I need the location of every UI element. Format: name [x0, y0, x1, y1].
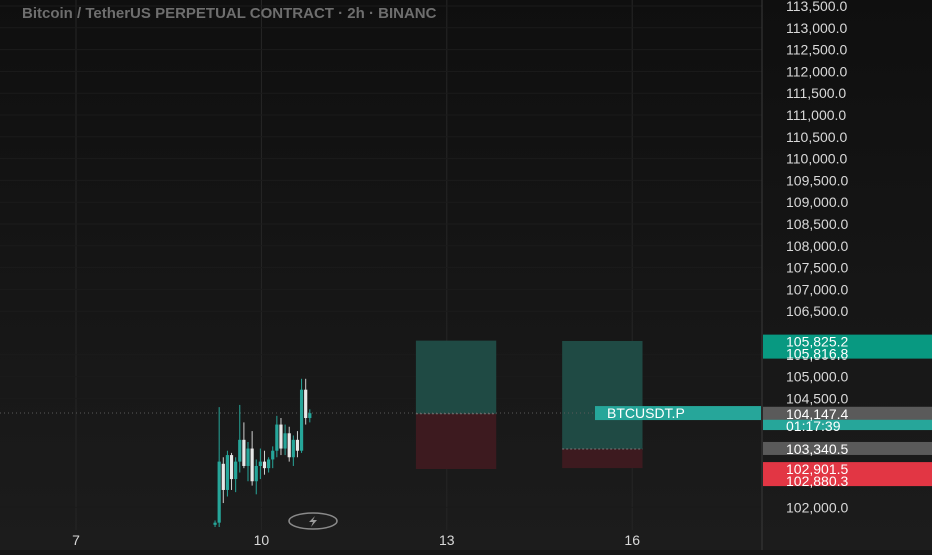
price-tick-label: 113,000.0: [786, 20, 847, 36]
target-price-labels: 105,825.2105,816.8: [763, 334, 932, 362]
loss-zone: [562, 448, 643, 469]
price-tick-label: 109,000.0: [786, 194, 848, 210]
price-tick-label: 104,500.0: [786, 390, 848, 406]
candle-body: [234, 461, 238, 480]
price-tick-label: 111,000.0: [786, 107, 846, 123]
time-tick-label: 7: [72, 532, 80, 548]
entry-price-label: 104,147.4: [763, 406, 932, 422]
price-label-text: 103,340.5: [786, 441, 848, 457]
candle-body: [250, 448, 254, 482]
candle-body: [295, 439, 300, 451]
candle-body: [221, 463, 225, 490]
candle-body: [213, 522, 217, 525]
candle-body: [246, 448, 250, 466]
candle-body: [275, 424, 279, 451]
time-tick-label: 13: [439, 532, 455, 548]
price-tick-label: 109,500.0: [786, 172, 848, 188]
loss-zone: [415, 413, 497, 470]
price-tick-label: 112,500.0: [786, 42, 847, 58]
price-tick-label: 108,000.0: [786, 238, 848, 254]
candle[interactable]: [225, 450, 230, 497]
entry-price-label: 103,340.5: [763, 441, 932, 457]
price-label-text: 102,880.3: [786, 473, 848, 489]
candle-body: [238, 439, 242, 462]
chart-title: Bitcoin / TetherUS PERPETUAL CONTRACT · …: [22, 5, 437, 22]
price-tick-label: 102,000.0: [786, 499, 848, 515]
symbol-tag-text: BTCUSDT.P: [607, 405, 685, 421]
candle-body: [299, 389, 304, 451]
candle-body: [291, 439, 295, 458]
candle-body: [271, 450, 275, 460]
time-tick-label: 16: [624, 532, 640, 548]
lightning-icon[interactable]: [288, 512, 338, 530]
candle-body: [283, 433, 287, 449]
price-tick-label: 112,000.0: [786, 63, 847, 79]
profit-zone: [562, 340, 643, 449]
chart-container[interactable]: 113,500.0 113,000.0 112,500.0 112,000.0 111,…: [0, 0, 932, 550]
candle-body: [258, 461, 262, 466]
candle-body: [229, 455, 234, 480]
price-tick-label: 106,500.0: [786, 303, 848, 319]
candlestick-chart[interactable]: 113,500.0 113,000.0 112,500.0 112,000.0 111,…: [0, 0, 932, 550]
candle-body: [287, 433, 291, 458]
time-tick-label: 10: [254, 532, 270, 548]
candle-body: [267, 459, 271, 469]
price-label-text: 104,147.4: [786, 406, 848, 422]
candle-body: [217, 461, 221, 523]
candle-body: [254, 465, 258, 482]
price-tick-label: 107,000.0: [786, 281, 848, 297]
candle-body: [304, 389, 308, 419]
candle-body: [225, 455, 230, 490]
price-tick-label: 110,500.0: [786, 129, 847, 145]
candle-body: [262, 461, 267, 469]
profit-zone: [415, 340, 497, 414]
candle[interactable]: [299, 378, 304, 453]
price-tick-label: 105,000.0: [786, 369, 848, 385]
price-tick-label: 111,500.0: [786, 85, 846, 101]
price-tick-label: 113,500.0: [786, 0, 847, 14]
candle-body: [279, 424, 283, 449]
candle-body: [242, 439, 246, 466]
candle-body: [308, 413, 312, 419]
symbol-price-tag: BTCUSDT.P: [595, 405, 761, 421]
price-tick-label: 108,500.0: [786, 216, 848, 232]
price-tick-label: 110,000.0: [786, 151, 847, 167]
price-label-text: 105,816.8: [786, 346, 848, 362]
price-tick-label: 107,500.0: [786, 260, 848, 276]
stop-price-labels: 102,901.5102,880.3: [763, 461, 932, 489]
